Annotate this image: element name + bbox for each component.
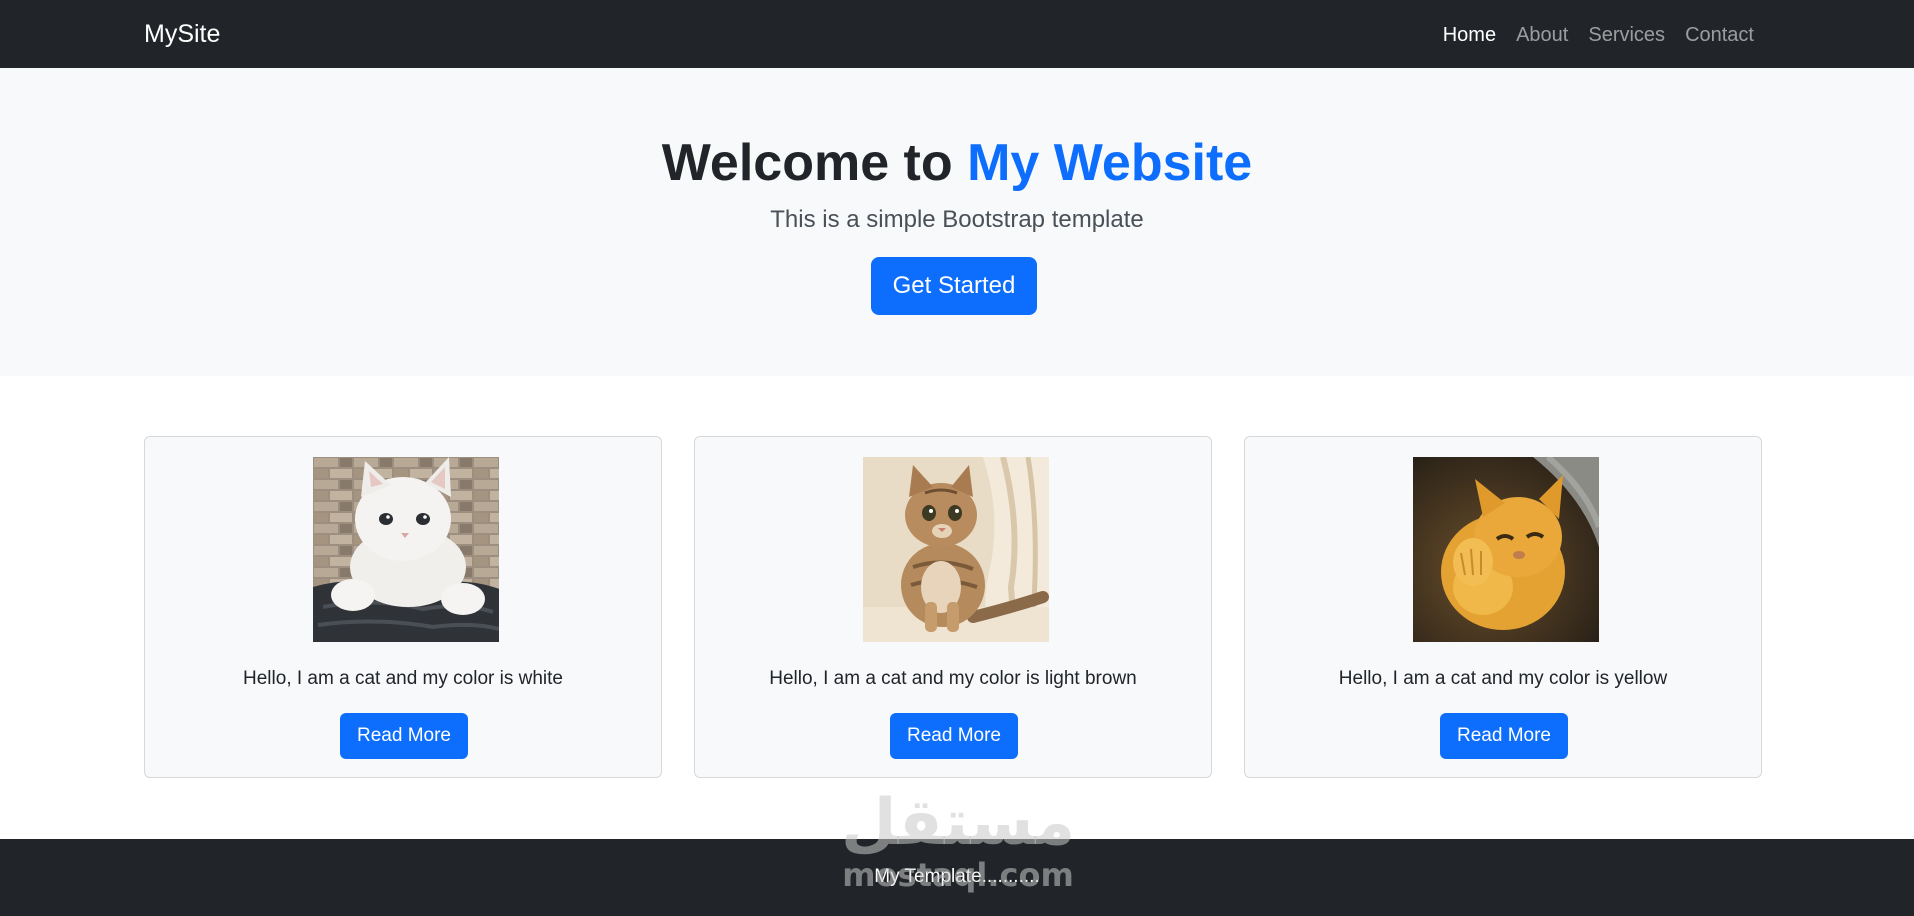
hero-section: Welcome to My Website This is a simple B… bbox=[0, 68, 1914, 376]
footer: My Template........... bbox=[0, 839, 1914, 916]
hero-title-accent: My Website bbox=[967, 134, 1253, 192]
nav-link-home[interactable]: Home bbox=[1443, 22, 1496, 48]
cat-card-yellow: Hello, I am a cat and my color is yellow… bbox=[1244, 436, 1762, 778]
cat-card-white: Hello, I am a cat and my color is white … bbox=[144, 436, 662, 778]
white-kitten-photo bbox=[313, 457, 499, 642]
footer-text: My Template........... bbox=[874, 866, 1040, 887]
hero-title: Welcome to My Website bbox=[0, 132, 1914, 194]
read-more-button[interactable]: Read More bbox=[1440, 713, 1568, 759]
nav-link-services[interactable]: Services bbox=[1588, 22, 1665, 48]
hero-title-prefix: Welcome to bbox=[661, 134, 968, 192]
yellow-kitten-photo bbox=[1413, 457, 1599, 642]
navbar: MySite Home About Services Contact bbox=[0, 0, 1914, 68]
read-more-button[interactable]: Read More bbox=[340, 713, 468, 759]
nav-link-contact[interactable]: Contact bbox=[1685, 22, 1754, 48]
hero-subtitle: This is a simple Bootstrap template bbox=[770, 206, 1144, 233]
tabby-cat-photo bbox=[863, 457, 1049, 642]
cat-card-light-brown: Hello, I am a cat and my color is light … bbox=[694, 436, 1212, 778]
get-started-button[interactable]: Get Started bbox=[871, 257, 1037, 315]
card-text: Hello, I am a cat and my color is yellow bbox=[1338, 668, 1668, 689]
brand-link[interactable]: MySite bbox=[144, 19, 220, 49]
nav-links: Home About Services Contact bbox=[1443, 22, 1754, 48]
nav-link-about[interactable]: About bbox=[1516, 22, 1568, 48]
card-text: Hello, I am a cat and my color is white bbox=[243, 668, 563, 689]
card-text: Hello, I am a cat and my color is light … bbox=[769, 668, 1137, 689]
read-more-button[interactable]: Read More bbox=[890, 713, 1018, 759]
